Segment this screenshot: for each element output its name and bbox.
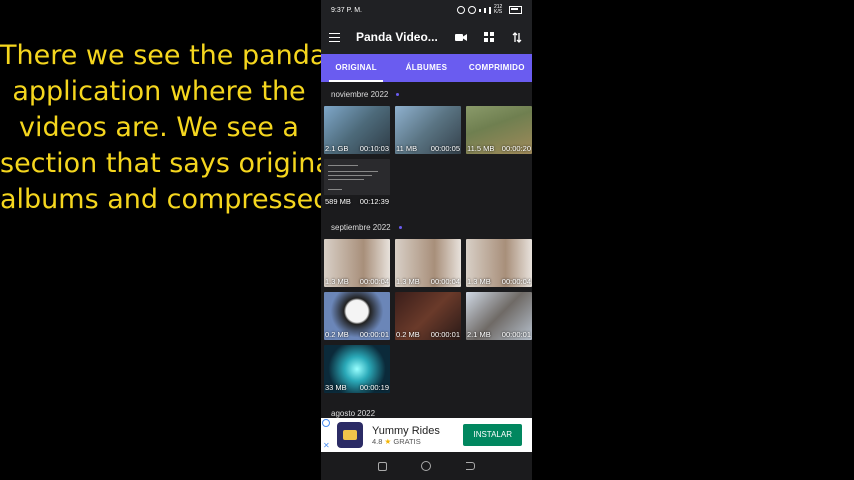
video-duration: 00:00:01 — [359, 330, 389, 339]
tab-compressed[interactable]: COMPRIMIDO — [462, 54, 532, 82]
status-time: 9:37 P. M. — [331, 6, 363, 14]
star-icon: ★ — [384, 436, 392, 446]
section-header: agosto 2022 — [321, 401, 532, 418]
video-duration: 00:00:05 — [430, 144, 460, 153]
video-size: 2.1 GB — [325, 144, 349, 153]
ad-rating: 4.8 ★ GRATIS — [372, 437, 463, 446]
video-thumbnail[interactable]: 11.5 MB 00:00:20 — [466, 106, 532, 154]
app-title: Panda Video... — [356, 30, 438, 44]
system-nav-bar — [321, 452, 532, 480]
video-grid: 2.1 GB 00:10:03 11 MB 00:00:05 11.5 MB 00:0… — [321, 106, 532, 207]
video-duration: 00:00:19 — [359, 383, 389, 392]
sort-icon[interactable] — [510, 30, 524, 44]
video-duration: 00:00:01 — [430, 330, 460, 339]
video-thumbnail[interactable]: 589 MB 00:12:39 — [324, 159, 390, 207]
signal-icon — [484, 7, 486, 13]
video-size: 0.2 MB — [325, 330, 349, 339]
section-date: noviembre 2022 — [331, 89, 389, 99]
video-thumbnail[interactable]: 0.2 MB 00:00:01 — [324, 292, 390, 340]
video-thumbnail[interactable]: 0.2 MB 00:00:01 — [395, 292, 461, 340]
status-icons: 212 K/S — [457, 5, 522, 15]
app-bar: Panda Video... — [321, 20, 532, 54]
video-duration: 00:00:04 — [430, 277, 460, 286]
battery-icon — [509, 6, 522, 14]
video-thumbnail[interactable]: 2.1 GB 00:10:03 — [324, 106, 390, 154]
hamburger-menu-icon[interactable] — [329, 32, 340, 42]
data-speed: 212 K/S — [494, 4, 503, 15]
video-duration: 00:12:39 — [359, 197, 389, 206]
install-button[interactable]: INSTALAR — [463, 424, 522, 446]
section-date: agosto 2022 — [331, 408, 376, 418]
caption-line: There we see the panda — [0, 40, 327, 71]
phone-screen: 9:37 P. M. 212 K/S Panda Video... ORIGIN… — [321, 0, 532, 480]
video-size: 1.3 MB — [325, 277, 349, 286]
tab-bar: ORIGINAL ÁLBUMES COMPRIMIDO — [321, 54, 532, 82]
signal-icon — [479, 8, 481, 12]
video-duration: 00:00:04 — [359, 277, 389, 286]
caption-line: videos are. We see a — [19, 112, 299, 143]
alarm-icon — [457, 6, 465, 14]
video-thumbnail[interactable]: 1.3 MB 00:00:04 — [324, 239, 390, 287]
video-duration: 00:00:20 — [501, 144, 531, 153]
ad-app-logo — [337, 422, 363, 448]
video-list: noviembre 2022 2.1 GB 00:10:03 11 MB 00:00… — [321, 82, 532, 418]
video-thumbnail[interactable]: 2.1 MB 00:00:01 — [466, 292, 532, 340]
section-dot — [396, 92, 400, 96]
video-size: 1.3 MB — [396, 277, 420, 286]
video-size: 33 MB — [325, 383, 347, 392]
video-thumbnail[interactable]: 1.3 MB 00:00:04 — [466, 239, 532, 287]
section-header: septiembre 2022 — [321, 215, 532, 239]
ad-close-icon[interactable]: ✕ — [323, 441, 330, 450]
video-size: 2.1 MB — [467, 330, 491, 339]
ad-app-name: Yummy Rides — [372, 424, 440, 437]
status-bar: 9:37 P. M. 212 K/S — [321, 0, 532, 20]
section-header: noviembre 2022 — [321, 82, 532, 106]
video-size: 11.5 MB — [467, 144, 495, 153]
caption-line: section that says original, — [0, 148, 348, 179]
video-size: 11 MB — [396, 144, 418, 153]
grid-view-icon[interactable] — [482, 30, 496, 44]
video-size: 589 MB — [325, 197, 351, 206]
tab-albums[interactable]: ÁLBUMES — [391, 54, 461, 82]
caption-line: application where the — [12, 76, 306, 107]
video-grid: 1.3 MB 00:00:04 1.3 MB 00:00:04 1.3 MB 00:0… — [321, 239, 532, 393]
video-size: 1.3 MB — [467, 277, 491, 286]
video-duration: 00:10:03 — [359, 144, 389, 153]
tab-original[interactable]: ORIGINAL — [321, 54, 391, 82]
section-date: septiembre 2022 — [331, 222, 391, 232]
recents-icon[interactable] — [378, 461, 388, 471]
video-duration: 00:00:04 — [501, 277, 531, 286]
camera-icon[interactable] — [454, 30, 468, 44]
video-size: 0.2 MB — [396, 330, 420, 339]
ad-info-icon[interactable] — [322, 419, 330, 427]
section-dot — [398, 225, 402, 229]
caption-line: albums and compressed. — [0, 184, 340, 215]
ad-price: GRATIS — [393, 436, 421, 446]
video-caption: There we see the panda application where… — [0, 38, 348, 218]
back-icon[interactable] — [465, 462, 475, 470]
video-thumbnail[interactable]: 33 MB 00:00:19 — [324, 345, 390, 393]
video-thumbnail[interactable]: 1.3 MB 00:00:04 — [395, 239, 461, 287]
video-duration: 00:00:01 — [501, 330, 531, 339]
video-thumbnail[interactable]: 11 MB 00:00:05 — [395, 106, 461, 154]
ad-banner[interactable]: ✕ Yummy Rides 4.8 ★ GRATIS INSTALAR — [321, 418, 532, 452]
home-icon[interactable] — [421, 461, 432, 471]
ad-rating-value: 4.8 — [372, 436, 383, 446]
dnd-icon — [468, 6, 476, 14]
signal-icon — [489, 6, 491, 14]
